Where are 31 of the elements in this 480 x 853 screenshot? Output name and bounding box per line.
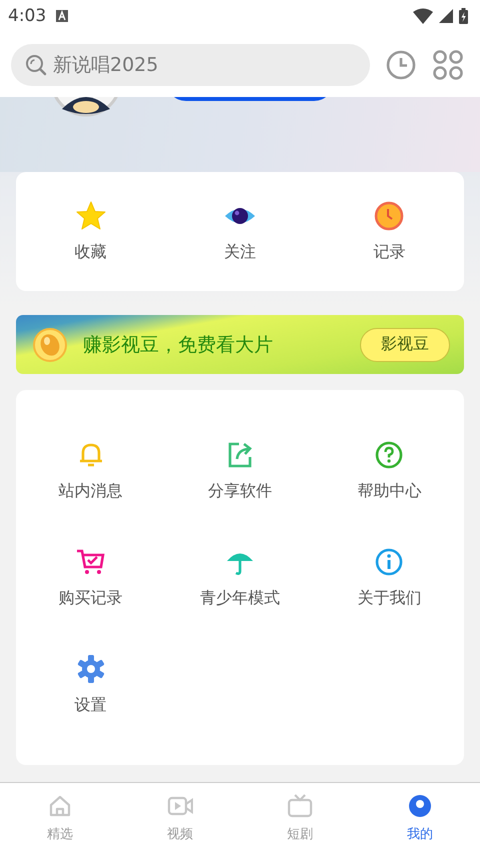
- menu-label[interactable]: 关于我们: [357, 588, 422, 609]
- banner-text: 赚影视豆，免费看大片: [83, 332, 274, 358]
- menu-label[interactable]: 青少年模式: [200, 588, 280, 609]
- notification-icon: [56, 10, 68, 22]
- menu-label[interactable]: 分享软件: [208, 481, 272, 502]
- menu-label[interactable]: 记录: [373, 242, 406, 263]
- tv-icon: [287, 793, 313, 819]
- signal-icon: [439, 9, 453, 23]
- history-icon[interactable]: [386, 50, 416, 80]
- battery-icon: [459, 8, 468, 24]
- star-icon[interactable]: [74, 200, 107, 232]
- wifi-icon: [413, 8, 433, 24]
- menu-label[interactable]: 帮助中心: [357, 481, 422, 502]
- help-icon[interactable]: [373, 439, 406, 471]
- status-time: 4:03: [8, 6, 46, 26]
- search-icon: [25, 54, 47, 76]
- bean-coin-icon: [33, 328, 67, 362]
- menu-label[interactable]: 站内消息: [58, 481, 123, 502]
- menu-label[interactable]: 收藏: [74, 242, 107, 263]
- clock-icon[interactable]: [373, 200, 406, 232]
- promo-banner[interactable]: 赚影视豆，免费看大片 影视豆: [16, 315, 464, 374]
- profile-icon: [407, 793, 433, 819]
- nav-tab[interactable]: 我的: [360, 783, 480, 853]
- bean-button[interactable]: 影视豆: [360, 328, 450, 362]
- info-icon[interactable]: [373, 546, 406, 578]
- menu-label[interactable]: 关注: [224, 242, 256, 263]
- menu-label[interactable]: 设置: [74, 695, 107, 716]
- apps-icon[interactable]: [432, 48, 464, 80]
- home-icon: [47, 793, 73, 819]
- menu-label[interactable]: 购买记录: [58, 588, 123, 609]
- search-field[interactable]: 新说唱2025: [11, 44, 370, 86]
